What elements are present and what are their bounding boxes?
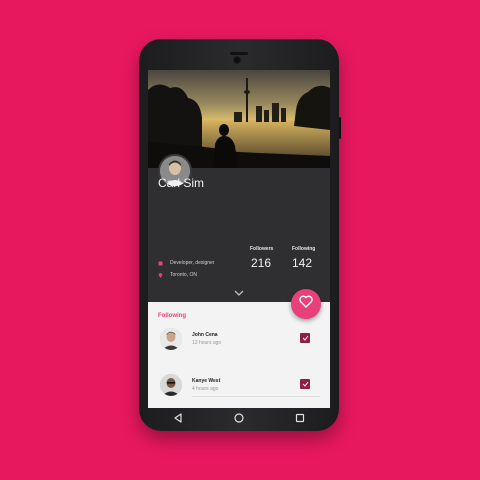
briefcase-icon xyxy=(158,260,163,266)
location-pin-icon xyxy=(158,272,163,278)
user-avatar xyxy=(160,374,182,396)
favorite-fab-button[interactable] xyxy=(291,289,321,319)
list-item[interactable]: Kanye West 4 hours ago xyxy=(148,374,330,408)
phone-device: Carl Sim Developer, designer Toronto, ON… xyxy=(139,39,341,431)
occupation-row: Developer, designer xyxy=(158,260,214,266)
power-button xyxy=(339,117,341,139)
location-row: Toronto, ON xyxy=(158,272,197,278)
following-label: Following xyxy=(292,246,316,252)
following-count[interactable]: 142 xyxy=(292,256,312,270)
front-camera xyxy=(233,56,241,64)
square-recents-icon[interactable] xyxy=(295,410,305,428)
following-section-title: Following xyxy=(158,313,186,319)
followers-count[interactable]: 216 xyxy=(251,256,271,270)
list-divider xyxy=(192,396,320,397)
followers-label: Followers xyxy=(250,246,274,252)
follow-checkbox[interactable] xyxy=(300,333,310,343)
triangle-back-icon[interactable] xyxy=(173,410,183,428)
user-avatar xyxy=(160,328,182,350)
speaker-grille xyxy=(230,52,248,55)
circle-home-icon[interactable] xyxy=(234,410,244,428)
chevron-down-icon[interactable] xyxy=(233,284,245,296)
follow-checkbox[interactable] xyxy=(300,379,310,389)
system-nav-bar xyxy=(148,408,330,430)
profile-name: Carl Sim xyxy=(158,176,205,190)
user-timestamp: 4 hours ago xyxy=(192,386,219,392)
list-item[interactable]: John Cena 13 hours ago xyxy=(148,328,330,368)
user-name: John Cena xyxy=(192,332,218,338)
user-timestamp: 13 hours ago xyxy=(192,340,222,346)
heart-icon xyxy=(299,295,313,313)
location-text: Toronto, ON xyxy=(170,272,197,278)
app-screen: Carl Sim Developer, designer Toronto, ON… xyxy=(148,70,330,408)
occupation-text: Developer, designer xyxy=(170,260,215,266)
user-name: Kanye West xyxy=(192,378,221,384)
